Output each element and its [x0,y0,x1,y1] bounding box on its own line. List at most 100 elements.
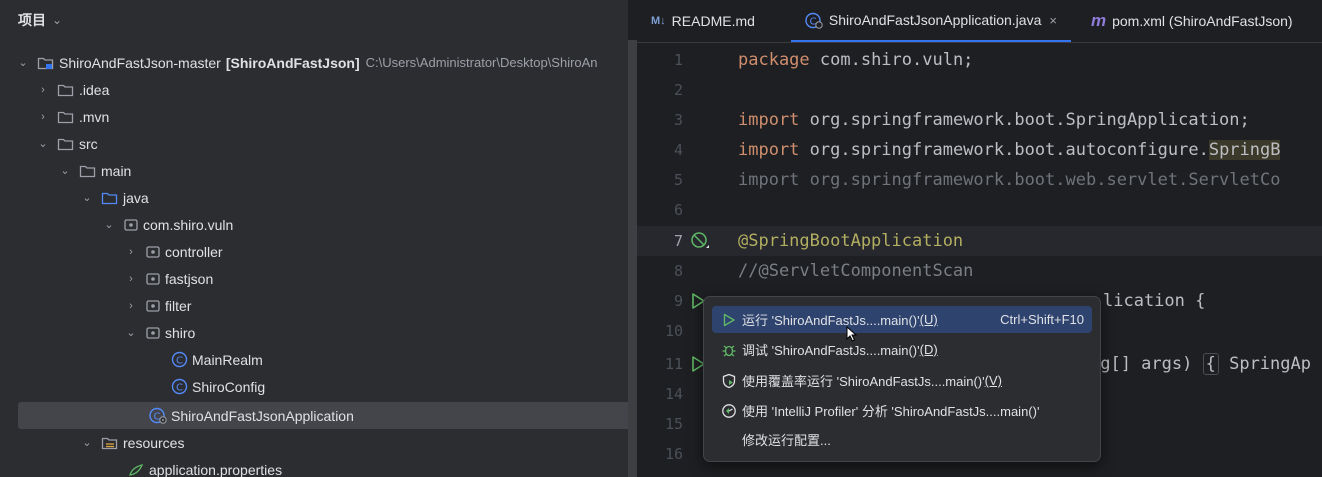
line-number: 14 [664,385,683,403]
spring-boot-class-icon: C [805,12,823,29]
code-comment: //@ServletComponentScan [738,261,974,281]
code-text: org.springframework.boot.autoconfigure. [799,140,1209,160]
line-number: 6 [673,201,683,219]
keyword: import [738,110,800,130]
folder-icon [57,109,75,125]
code-text: com.shiro.vuln; [809,50,974,70]
tree-item-label: ShiroAndFastJsonApplication [171,407,354,424]
line-number: 16 [664,445,683,463]
tab-shiroandfastjsonapplication[interactable]: C ShiroAndFastJsonApplication.java × [790,0,1071,42]
code-line[interactable]: 2 [637,75,1322,105]
code-text-unused: import org.springframework.boot.web.serv… [738,170,1281,190]
chevron-down-icon[interactable]: ⌄ [17,56,29,69]
tab-label: README.md [671,13,755,29]
code-line[interactable]: 8 //@ServletComponentScan [637,256,1322,286]
keyword: import [738,140,800,160]
menu-item-label: 调试 'ShiroAndFastJs....main()' [742,343,920,358]
project-panel: 项目 ⌄ ⌄ ShiroAndFastJson-master [ShiroAnd… [0,0,628,477]
svg-text:C: C [176,382,183,393]
menu-item-mnemonic: (D) [919,342,938,357]
menu-item-shortcut: Ctrl+Shift+F10 [1000,312,1084,327]
line-number: 8 [673,262,683,280]
code-text-highlighted: SpringB [1208,140,1281,160]
no-entry-gutter-icon[interactable] [690,226,710,256]
profiler-icon [718,403,740,419]
tree-item-label: com.shiro.vuln [143,216,234,233]
chevron-right-icon[interactable]: › [37,84,49,96]
menu-item-profile[interactable]: 使用 'IntelliJ Profiler' 分析 'ShiroAndFastJ… [712,397,1092,424]
tree-item-label: java [123,189,149,206]
tree-item-shiroandfastjsonapplication[interactable]: C ShiroAndFastJsonApplication [18,402,628,429]
tree-item-label: .idea [79,81,110,98]
tab-readme[interactable]: M↓ README.md [637,0,769,42]
package-icon [145,298,161,314]
chevron-right-icon[interactable]: › [125,273,137,285]
menu-item-run-with-coverage[interactable]: 使用覆盖率运行 'ShiroAndFastJs....main()' (V) [712,367,1092,394]
menu-item-mnemonic: (V) [984,373,1002,388]
tree-item-fastjson[interactable]: › fastjson [0,265,628,292]
tree-item-resources[interactable]: ⌄ resources [0,429,628,456]
tab-pom-xml[interactable]: m pom.xml (ShiroAndFastJson) [1077,0,1307,42]
code-text: lication { [1103,291,1206,311]
tree-item-application-properties[interactable]: application.properties [0,456,628,477]
tree-item-com-shiro-vuln[interactable]: ⌄ com.shiro.vuln [0,211,628,238]
package-icon [145,244,161,260]
tree-item-label: src [79,135,98,152]
tree-item-label: main [101,162,132,179]
code-line[interactable]: 6 [637,195,1322,225]
code-line-current[interactable]: 7 @SpringBootApplication [637,226,1322,256]
chevron-right-icon[interactable]: › [125,300,137,312]
package-icon [123,217,139,233]
chevron-down-icon[interactable]: ⌄ [103,218,115,231]
markdown-icon: M↓ [651,15,666,27]
close-icon[interactable]: × [1049,13,1057,28]
source-folder-icon [101,190,119,206]
menu-item-label: 使用覆盖率运行 'ShiroAndFastJs....main()' [742,374,985,389]
line-number: 9 [673,292,683,310]
folded-code-brace[interactable]: { [1202,353,1219,375]
tree-item-label: application.properties [149,461,283,477]
tree-item-label: filter [165,297,192,314]
code-line[interactable]: 1 package com.shiro.vuln; [637,45,1322,75]
menu-item-modify-run-configuration[interactable]: 修改运行配置... [712,426,1092,453]
chevron-down-icon[interactable]: ⌄ [52,13,62,27]
tree-item-controller[interactable]: › controller [0,238,628,265]
chevron-down-icon[interactable]: ⌄ [81,191,93,204]
tab-label: ShiroAndFastJsonApplication.java [828,12,1042,28]
editor-tab-bar: M↓ README.md C ShiroAndFastJsonApplicati… [637,0,1322,43]
menu-item-label: 运行 'ShiroAndFastJs....main()' [742,313,920,328]
chevron-right-icon[interactable]: › [125,246,137,258]
chevron-down-icon[interactable]: ⌄ [81,436,93,449]
menu-item-debug[interactable]: 调试 'ShiroAndFastJs....main()' (D) [712,336,1092,363]
chevron-down-icon[interactable]: ⌄ [125,326,137,339]
chevron-right-icon[interactable]: › [37,111,49,123]
tree-item-root-module[interactable]: ⌄ ShiroAndFastJson-master [ShiroAndFastJ… [0,49,628,76]
code-line[interactable]: 3 import org.springframework.boot.Spring… [637,105,1322,135]
menu-item-run[interactable]: 运行 'ShiroAndFastJs....main()' (U) Ctrl+Sh… [712,306,1092,333]
tree-item-mvn[interactable]: › .mvn [0,103,628,130]
tree-item-idea[interactable]: › .idea [0,76,628,103]
tree-item-label: ShiroAndFastJson-master [59,54,221,71]
chevron-down-icon[interactable]: ⌄ [37,137,49,150]
folder-icon [79,163,97,179]
code-line[interactable]: 5 import org.springframework.boot.web.se… [637,165,1322,195]
tree-item-filter[interactable]: › filter [0,292,628,319]
line-number: 5 [673,171,683,189]
tree-item-shiro[interactable]: ⌄ shiro [0,319,628,346]
tree-item-java[interactable]: ⌄ java [0,184,628,211]
tree-item-label: shiro [165,324,196,341]
line-number: 15 [664,415,683,433]
tree-item-mainrealm[interactable]: C MainRealm [0,346,628,373]
menu-item-label: 修改运行配置... [742,433,831,448]
project-panel-scrollbar[interactable] [628,40,637,477]
chevron-down-icon[interactable]: ⌄ [59,164,71,177]
project-panel-title[interactable]: 项目 [18,10,46,30]
code-line[interactable]: 4 import org.springframework.boot.autoco… [637,135,1322,165]
tree-item-main[interactable]: ⌄ main [0,157,628,184]
tree-item-label: controller [165,243,223,260]
code-text: org.springframework.boot.SpringApplicati… [799,110,1250,130]
project-panel-header[interactable]: 项目 ⌄ [0,0,628,40]
code-text: ng[] args) [1090,354,1193,374]
tree-item-shiroconfig[interactable]: C ShiroConfig [0,373,628,400]
tree-item-src[interactable]: ⌄ src [0,130,628,157]
